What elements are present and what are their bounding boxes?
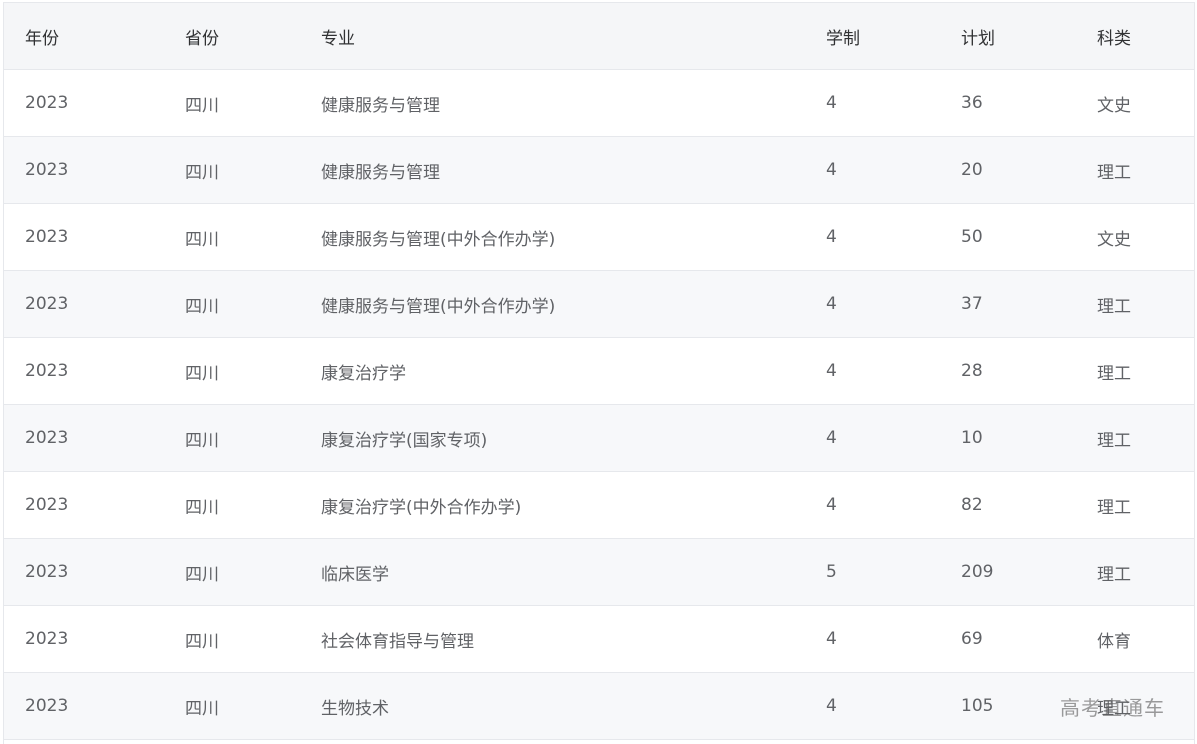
- cell-plan: 37: [940, 270, 1076, 338]
- cell-plan: 28: [940, 337, 1076, 405]
- cell-year: 2023: [4, 672, 164, 740]
- table-row: 2023 四川 健康服务与管理(中外合作办学) 4 50 文史: [4, 203, 1194, 271]
- cell-category: 理工: [1076, 270, 1194, 338]
- table-row: 2023 四川 社会体育指导与管理 4 69 体育: [4, 605, 1194, 673]
- cell-major: 康复治疗学: [300, 337, 805, 405]
- header-category[interactable]: 科类: [1076, 3, 1194, 70]
- cell-major: 康复治疗学(国家专项): [300, 404, 805, 472]
- cell-province: 四川: [164, 337, 300, 405]
- cell-year: 2023: [4, 538, 164, 606]
- cell-category: 理工: [1076, 404, 1194, 472]
- cell-duration: 4: [805, 672, 940, 740]
- cell-duration: 4: [805, 69, 940, 137]
- cell-plan: 69: [940, 605, 1076, 673]
- cell-year: 2023: [4, 605, 164, 673]
- cell-plan: 82: [940, 471, 1076, 539]
- cell-duration: 4: [805, 404, 940, 472]
- cell-province: 四川: [164, 136, 300, 204]
- cell-year: 2023: [4, 69, 164, 137]
- cell-year: 2023: [4, 471, 164, 539]
- cell-major: 临床医学: [300, 538, 805, 606]
- cell-plan: 10: [940, 404, 1076, 472]
- header-duration[interactable]: 学制: [805, 3, 940, 70]
- cell-category: 理工: [1076, 672, 1194, 740]
- cell-major: 生物技术: [300, 672, 805, 740]
- header-year[interactable]: 年份: [4, 3, 164, 70]
- cell-category: 体育: [1076, 605, 1194, 673]
- table-row: 2023 四川 康复治疗学 4 28 理工: [4, 337, 1194, 405]
- table-header-row: 年份 省份 专业 学制 计划 科类: [4, 3, 1194, 70]
- cell-province: 四川: [164, 538, 300, 606]
- cell-province: 四川: [164, 69, 300, 137]
- table-row: 2023 四川 健康服务与管理 4 20 理工: [4, 136, 1194, 204]
- header-major[interactable]: 专业: [300, 3, 805, 70]
- cell-category: 文史: [1076, 69, 1194, 137]
- admission-plan-table-container: 年份 省份 专业 学制 计划 科类 2023 四川 健康服务与管理 4 36 文…: [3, 2, 1195, 744]
- cell-plan: 50: [940, 203, 1076, 271]
- cell-duration: 4: [805, 203, 940, 271]
- cell-province: 四川: [164, 270, 300, 338]
- cell-duration: 4: [805, 136, 940, 204]
- cell-category: 理工: [1076, 538, 1194, 606]
- admission-plan-table: 年份 省份 专业 学制 计划 科类 2023 四川 健康服务与管理 4 36 文…: [4, 3, 1194, 740]
- table-row: 2023 四川 康复治疗学(国家专项) 4 10 理工: [4, 404, 1194, 472]
- cell-major: 康复治疗学(中外合作办学): [300, 471, 805, 539]
- cell-plan: 209: [940, 538, 1076, 606]
- table-row: 2023 四川 临床医学 5 209 理工: [4, 538, 1194, 606]
- cell-year: 2023: [4, 337, 164, 405]
- table-row: 2023 四川 康复治疗学(中外合作办学) 4 82 理工: [4, 471, 1194, 539]
- cell-category: 理工: [1076, 471, 1194, 539]
- cell-duration: 4: [805, 471, 940, 539]
- cell-year: 2023: [4, 203, 164, 271]
- table-row: 2023 四川 生物技术 4 105 理工: [4, 672, 1194, 740]
- cell-year: 2023: [4, 270, 164, 338]
- cell-major: 健康服务与管理(中外合作办学): [300, 270, 805, 338]
- cell-province: 四川: [164, 672, 300, 740]
- cell-province: 四川: [164, 605, 300, 673]
- cell-major: 健康服务与管理: [300, 136, 805, 204]
- cell-category: 文史: [1076, 203, 1194, 271]
- cell-province: 四川: [164, 203, 300, 271]
- cell-duration: 5: [805, 538, 940, 606]
- cell-year: 2023: [4, 136, 164, 204]
- cell-major: 健康服务与管理(中外合作办学): [300, 203, 805, 271]
- cell-plan: 20: [940, 136, 1076, 204]
- cell-province: 四川: [164, 471, 300, 539]
- cell-major: 社会体育指导与管理: [300, 605, 805, 673]
- cell-plan: 105: [940, 672, 1076, 740]
- cell-plan: 36: [940, 69, 1076, 137]
- header-province[interactable]: 省份: [164, 3, 300, 70]
- cell-duration: 4: [805, 270, 940, 338]
- cell-year: 2023: [4, 404, 164, 472]
- cell-major: 健康服务与管理: [300, 69, 805, 137]
- cell-duration: 4: [805, 337, 940, 405]
- table-row: 2023 四川 健康服务与管理 4 36 文史: [4, 69, 1194, 137]
- cell-category: 理工: [1076, 337, 1194, 405]
- table-row: 2023 四川 健康服务与管理(中外合作办学) 4 37 理工: [4, 270, 1194, 338]
- cell-category: 理工: [1076, 136, 1194, 204]
- cell-province: 四川: [164, 404, 300, 472]
- header-plan[interactable]: 计划: [940, 3, 1076, 70]
- cell-duration: 4: [805, 605, 940, 673]
